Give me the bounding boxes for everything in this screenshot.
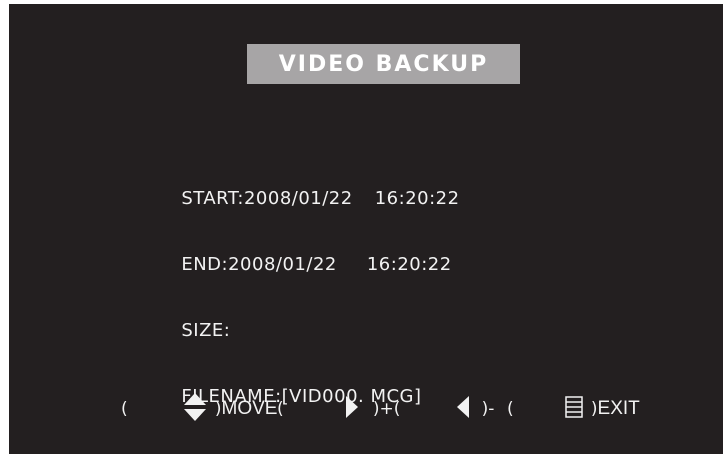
plus-minus-hint[interactable]: ( )+( )- [277,394,494,424]
up-down-arrow-icon [140,372,207,447]
end-label: END: [181,254,229,275]
exit-label: EXIT [597,398,640,419]
osd-screen: VIDEO BACKUP START:2008/01/22 16:20:22 EN… [9,4,723,454]
menu-icon [522,376,583,443]
end-row[interactable]: END:2008/01/22 16:20:22 [144,232,460,275]
plus-open-paren: ( [277,399,284,419]
start-label: START: [181,188,244,209]
move-close-paren: ) [214,399,222,419]
end-date[interactable]: 2008/01/22 [228,254,337,276]
size-label: SIZE: [181,320,231,341]
size-row: SIZE: [144,298,460,341]
left-arrow-icon [412,375,469,444]
start-row[interactable]: START:2008/01/22 16:20:22 [144,166,460,209]
start-time[interactable]: 16:20:22 [375,188,460,210]
exit-close-paren: ) [590,399,598,419]
start-date[interactable]: 2008/01/22 [244,188,353,210]
exit-open-paren: ( [507,399,514,419]
end-time[interactable]: 16:20:22 [367,254,452,276]
minus-close-paren: )- [481,399,495,419]
move-label: MOVE [221,398,278,419]
exit-hint[interactable]: ( ) EXIT [507,394,640,424]
page-title: VIDEO BACKUP [278,51,489,77]
footer-hints: ( ) MOVE ( )+()- () EXIT [9,392,723,424]
move-hint[interactable]: ( ) MOVE [121,392,278,424]
title-box: VIDEO BACKUP [247,44,520,84]
right-arrow-icon [302,375,359,444]
move-open-paren: ( [121,399,128,419]
plus-close-paren: )+( [372,399,401,419]
